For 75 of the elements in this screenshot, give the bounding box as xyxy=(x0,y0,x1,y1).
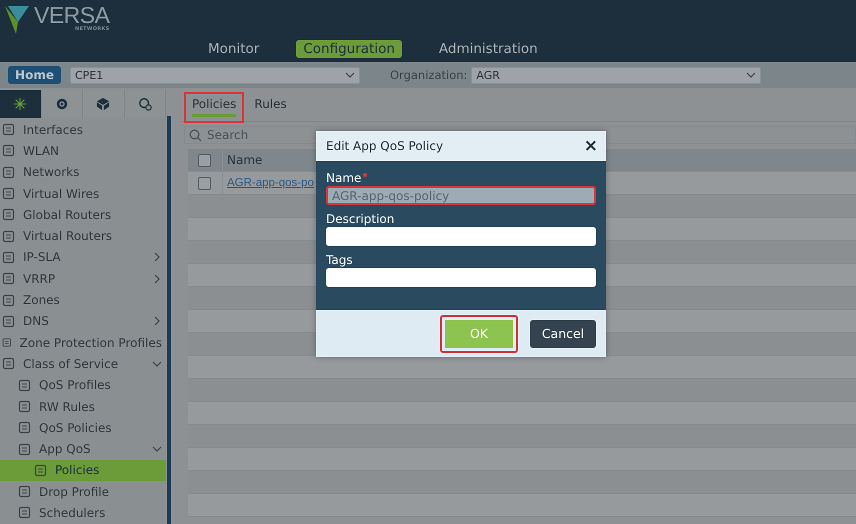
checkbox[interactable] xyxy=(198,176,211,190)
document-icon xyxy=(2,208,15,222)
document-icon xyxy=(18,485,31,498)
sidebar-tab[interactable] xyxy=(124,90,166,118)
sidebar-item[interactable]: Class of Service xyxy=(0,353,166,375)
sidebar-item[interactable]: Virtual Routers xyxy=(0,225,166,247)
content-tab[interactable]: Rules xyxy=(246,92,295,123)
sidebar-tab[interactable] xyxy=(0,90,42,118)
sidebar-item[interactable]: IP-SLA xyxy=(0,246,166,268)
chevron-right-icon xyxy=(152,274,162,284)
document-icon xyxy=(2,357,15,370)
document-icon xyxy=(2,144,15,158)
organization-label: Organization: xyxy=(390,68,468,82)
field-label: Tags xyxy=(326,253,354,267)
policy-link[interactable]: AGR-app-qos-po xyxy=(222,172,314,194)
sidebar-item[interactable]: Networks xyxy=(0,162,166,183)
dropdown-caret-icon xyxy=(345,70,355,80)
sidebar-item[interactable]: QoS Profiles xyxy=(0,374,166,396)
sidebar-tab[interactable] xyxy=(42,90,83,118)
ok-button[interactable]: OK xyxy=(440,314,518,352)
field-label: Name xyxy=(326,171,596,185)
nav-tab[interactable]: Monitor xyxy=(201,40,266,58)
sidebar-item[interactable]: App QoS xyxy=(0,438,166,460)
content-tab[interactable]: Policies xyxy=(184,92,244,123)
sidebar-item[interactable]: Policies xyxy=(0,460,166,482)
sidebar-item[interactable]: Virtual Wires xyxy=(0,182,166,204)
device-select[interactable]: CPE1 xyxy=(70,66,360,84)
document-icon xyxy=(18,378,31,392)
checkbox[interactable] xyxy=(198,154,211,166)
document-icon xyxy=(2,187,15,200)
document-icon xyxy=(2,336,12,350)
network-icon xyxy=(13,97,28,111)
text-field[interactable] xyxy=(326,268,596,287)
document-icon xyxy=(18,400,31,413)
organization-select[interactable]: AGR xyxy=(471,66,762,84)
sidebar-item[interactable]: QoS Policies xyxy=(0,417,166,438)
dropdown-caret-icon xyxy=(746,70,756,80)
logo-text: VERSA xyxy=(34,4,110,27)
chevron-right-icon xyxy=(152,252,162,262)
sidebar-item[interactable]: Zones xyxy=(0,289,166,311)
gear-icon xyxy=(54,97,69,111)
document-icon xyxy=(34,464,47,477)
sidebar-item[interactable]: VRRP xyxy=(0,268,166,290)
document-icon xyxy=(2,166,15,179)
sidebar-item[interactable]: Drop Profile xyxy=(0,481,166,502)
cube-icon xyxy=(96,97,110,111)
sidebar-item[interactable]: WLAN xyxy=(0,140,166,162)
document-icon xyxy=(18,442,31,456)
scroll-bar[interactable] xyxy=(167,116,171,524)
text-field[interactable] xyxy=(326,227,596,246)
sidebar-item[interactable]: Interfaces xyxy=(0,119,166,140)
document-icon xyxy=(18,506,31,520)
nav-tab[interactable]: Configuration xyxy=(296,40,402,58)
document-icon xyxy=(18,421,31,434)
chevron-right-icon xyxy=(152,316,162,326)
search-icon xyxy=(189,129,202,142)
home-button[interactable]: Home xyxy=(8,66,61,84)
sidebar-item[interactable]: RW Rules xyxy=(0,396,166,418)
v-logo-icon xyxy=(4,4,30,36)
chevron-down-icon xyxy=(152,444,162,454)
sidebar-item[interactable]: Zone Protection Profiles xyxy=(0,332,166,354)
sidebar-item[interactable]: Schedulers xyxy=(0,502,166,524)
column-header: Name xyxy=(222,149,262,171)
document-icon xyxy=(2,314,15,328)
field-label: Description xyxy=(326,212,396,226)
document-icon xyxy=(2,294,15,307)
chevron-down-icon xyxy=(152,358,162,369)
cancel-button[interactable]: Cancel xyxy=(530,320,596,348)
sidebar-item[interactable]: DNS xyxy=(0,310,166,332)
document-icon xyxy=(2,230,15,243)
document-icon xyxy=(2,123,15,136)
nav-tab[interactable]: Administration xyxy=(432,40,545,58)
sidebar-item[interactable]: Global Routers xyxy=(0,204,166,226)
document-icon xyxy=(2,250,15,264)
document-icon xyxy=(2,272,15,286)
